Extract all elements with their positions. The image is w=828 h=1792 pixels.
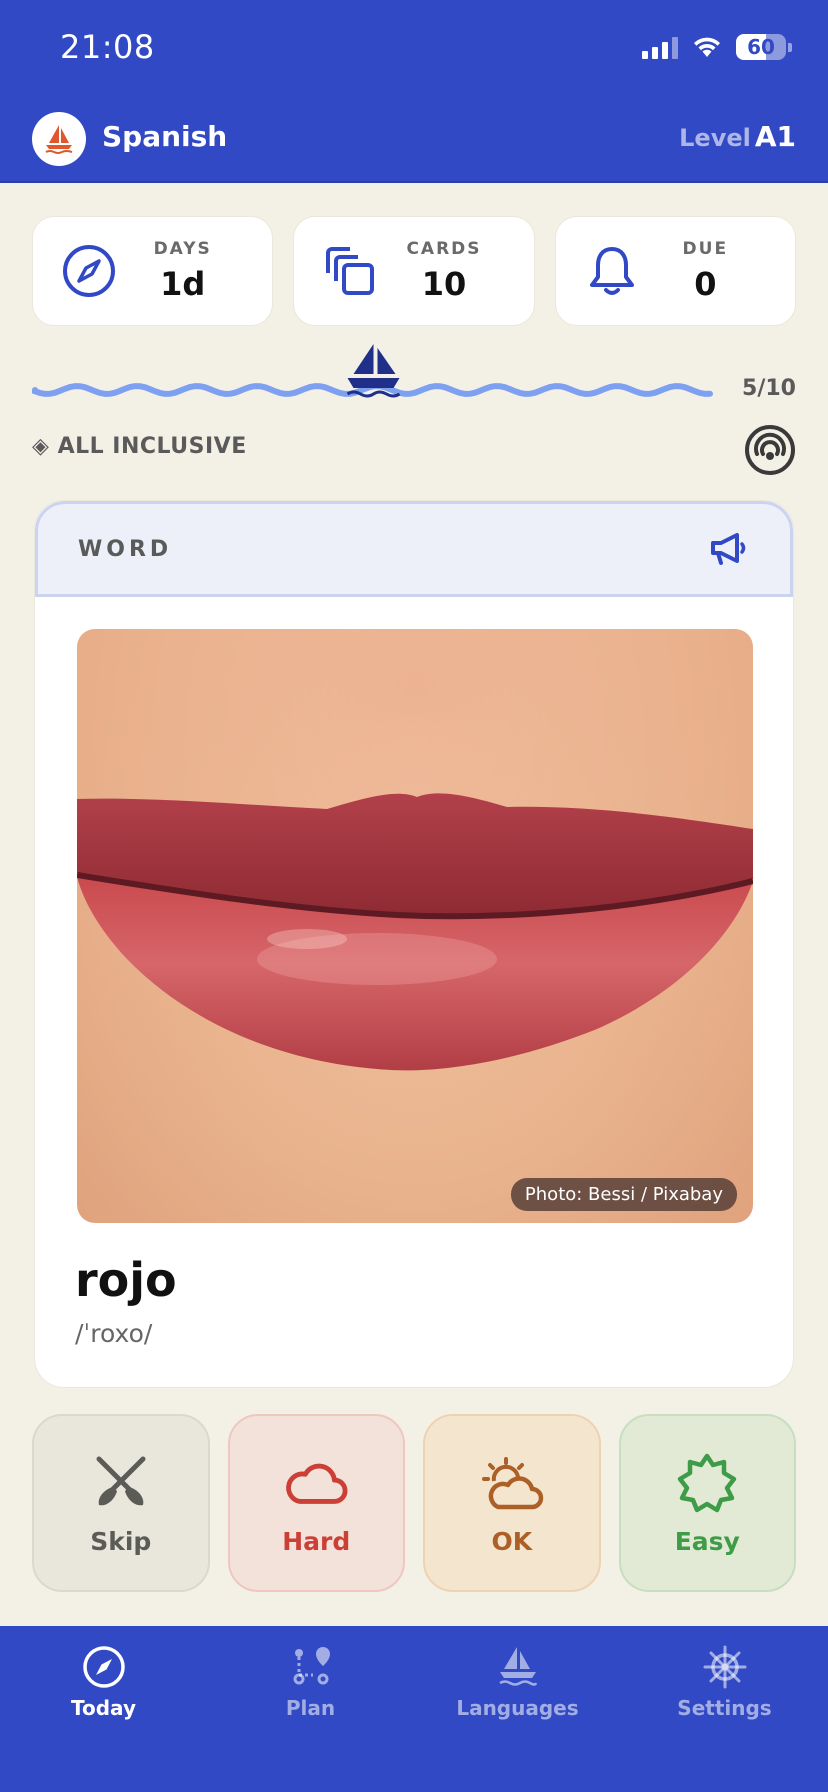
cards-icon xyxy=(320,241,380,301)
battery-level: 60 xyxy=(747,35,775,59)
compass-icon xyxy=(59,241,119,301)
card-header: WORD xyxy=(35,501,793,597)
stat-due-value: 0 xyxy=(694,265,717,303)
tab-plan[interactable]: Plan xyxy=(207,1644,414,1792)
badge-star-icon xyxy=(675,1451,739,1515)
level-indicator[interactable]: Level A1 xyxy=(679,120,796,153)
rating-buttons: Skip Hard OK Easy xyxy=(32,1414,796,1592)
top-bar: 21:08 60 Spanish Level A1 xyxy=(0,0,828,183)
ok-label: OK xyxy=(491,1526,533,1556)
stat-days-value: 1d xyxy=(160,265,206,303)
stat-cards-label: CARDS xyxy=(406,239,482,259)
tab-today-label: Today xyxy=(71,1696,136,1720)
tab-plan-label: Plan xyxy=(285,1696,336,1720)
stats-row: DAYS 1d CARDS 10 DUE 0 xyxy=(32,216,796,326)
stat-cards: CARDS 10 xyxy=(293,216,535,326)
battery-icon: 60 xyxy=(736,34,786,60)
stat-days: DAYS 1d xyxy=(32,216,274,326)
ship-wheel-icon xyxy=(702,1644,748,1690)
cellular-signal-icon xyxy=(642,35,678,59)
megaphone-icon[interactable] xyxy=(706,527,750,571)
progress-wave xyxy=(32,344,713,398)
progress-count: 5/10 xyxy=(742,376,796,401)
card-pronunciation: /ˈroxo/ xyxy=(75,1319,153,1348)
hard-button[interactable]: Hard xyxy=(227,1414,405,1592)
status-time: 21:08 xyxy=(60,28,155,66)
bell-icon xyxy=(582,241,642,301)
word-photo: Photo: Bessi / Pixabay xyxy=(77,629,753,1223)
stat-days-label: DAYS xyxy=(153,239,212,259)
partly-sunny-icon xyxy=(480,1451,544,1515)
easy-label: Easy xyxy=(674,1526,740,1556)
ok-button[interactable]: OK xyxy=(423,1414,601,1592)
stat-due-label: DUE xyxy=(682,239,729,259)
lips-illustration xyxy=(77,629,753,1223)
wifi-icon xyxy=(694,37,720,57)
crossed-oars-icon xyxy=(89,1451,153,1515)
flashcard[interactable]: WORD Photo: Bessi / Pixabay rojo /ˈroxo/ xyxy=(34,500,794,1388)
bottom-tab-bar: Today Plan Languages Settings xyxy=(0,1626,828,1792)
level-value: A1 xyxy=(754,120,796,153)
tab-settings[interactable]: Settings xyxy=(621,1644,828,1792)
sailboat-icon xyxy=(495,1644,541,1690)
card-word: rojo xyxy=(75,1253,177,1307)
level-label: Level xyxy=(679,124,751,152)
tab-languages-label: Languages xyxy=(456,1696,579,1720)
stat-due: DUE 0 xyxy=(554,216,796,326)
skip-button[interactable]: Skip xyxy=(32,1414,210,1592)
sailboat-logo-icon[interactable] xyxy=(32,112,86,166)
deck-name: ◈ ALL INCLUSIVE xyxy=(32,434,247,459)
app-title[interactable]: Spanish xyxy=(102,120,227,153)
broadcast-icon[interactable] xyxy=(744,424,796,476)
route-icon xyxy=(288,1644,334,1690)
tab-settings-label: Settings xyxy=(677,1696,772,1720)
cloud-icon xyxy=(284,1451,348,1515)
tab-today[interactable]: Today xyxy=(0,1644,207,1792)
skip-label: Skip xyxy=(90,1526,152,1556)
photo-credit: Photo: Bessi / Pixabay xyxy=(510,1178,737,1211)
stat-cards-value: 10 xyxy=(421,265,467,303)
compass-icon xyxy=(81,1644,127,1690)
hard-label: Hard xyxy=(282,1526,351,1556)
session-progress: 5/10 xyxy=(32,336,796,406)
status-icons: 60 xyxy=(642,34,792,60)
easy-button[interactable]: Easy xyxy=(618,1414,796,1592)
card-type: WORD xyxy=(78,536,173,562)
tab-languages[interactable]: Languages xyxy=(414,1644,621,1792)
